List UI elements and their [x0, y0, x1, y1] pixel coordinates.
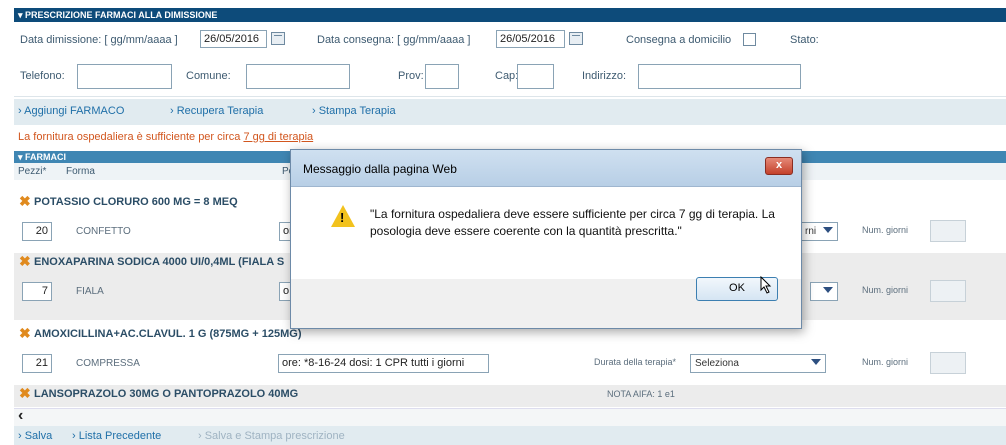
drug-title: ✖ LANSOPRAZOLO 30MG O PANTOPRAZOLO 40MG … — [14, 385, 1006, 405]
remove-icon[interactable]: ✖ — [19, 194, 31, 208]
prov-field[interactable] — [425, 64, 459, 89]
drug-item: ✖ AMOXICILLINA+AC.CLAVUL. 1 G (875MG + 1… — [14, 325, 1006, 385]
consegna-domicilio-label: Consegna a domicilio — [626, 34, 732, 46]
drug-name: POTASSIO CLORURO 600 MG = 8 MEQ — [34, 196, 238, 208]
fornitura-warning: La fornitura ospedaliera è sufficiente p… — [18, 131, 313, 143]
warning-link[interactable]: 7 gg di terapia — [243, 131, 313, 143]
quantity-field[interactable]: 21 — [22, 354, 52, 373]
num-giorni-label: Num. giorni — [862, 225, 909, 235]
prescription-header[interactable]: ▾ PRESCRIZIONE FARMACI ALLA DIMISSIONE — [14, 8, 1006, 22]
drug-name: AMOXICILLINA+AC.CLAVUL. 1 G (875MG + 125… — [34, 328, 302, 340]
durata-select[interactable] — [810, 282, 838, 301]
telefono-field[interactable] — [77, 64, 172, 89]
aggiungi-farmaco-link[interactable]: › Aggiungi FARMACO — [18, 105, 124, 117]
bottom-action-bar: › Salva › Lista Precedente › Salva e Sta… — [14, 426, 1006, 445]
comune-field[interactable] — [246, 64, 350, 89]
calendar-icon[interactable] — [271, 32, 285, 45]
quantity-field[interactable]: 20 — [22, 222, 52, 241]
message-dialog: Messaggio dalla pagina Web x ! "La forni… — [290, 149, 802, 329]
nota-aifa: NOTA AIFA: 1 e1 — [607, 389, 675, 399]
stampa-terapia-link[interactable]: › Stampa Terapia — [312, 105, 396, 117]
dialog-title: Messaggio dalla pagina Web — [303, 162, 457, 176]
consegna-domicilio-checkbox[interactable] — [743, 33, 756, 46]
num-giorni-label: Num. giorni — [862, 357, 909, 367]
mouse-pointer-icon — [760, 276, 772, 294]
indirizzo-field[interactable] — [638, 64, 801, 89]
salva-stampa-link[interactable]: › Salva e Stampa prescrizione — [198, 430, 345, 442]
recupera-terapia-link[interactable]: › Recupera Terapia — [170, 105, 263, 117]
cap-field[interactable] — [517, 64, 554, 89]
indirizzo-label: Indirizzo: — [582, 70, 627, 82]
durata-select-value: rni — [805, 226, 817, 237]
drug-name: LANSOPRAZOLO 30MG O PANTOPRAZOLO 40MG — [34, 388, 299, 400]
horizontal-scrollbar[interactable] — [14, 408, 1006, 426]
telefono-label: Telefono: — [20, 70, 65, 82]
num-giorni-field[interactable] — [930, 220, 966, 242]
data-dimissione-field[interactable]: 26/05/2016 — [200, 30, 267, 48]
drug-form: COMPRESSA — [76, 358, 140, 369]
warning-icon-mark: ! — [340, 210, 345, 225]
close-icon[interactable]: x — [765, 157, 793, 175]
data-consegna-field[interactable]: 26/05/2016 — [496, 30, 565, 48]
col-pezzi: Pezzi* — [18, 166, 47, 177]
remove-icon[interactable]: ✖ — [19, 386, 31, 400]
drug-name: ENOXAPARINA SODICA 4000 UI/0,4ML (FIALA … — [34, 256, 285, 268]
drug-item: ✖ LANSOPRAZOLO 30MG O PANTOPRAZOLO 40MG … — [14, 385, 1006, 407]
dialog-body: ! "La fornitura ospedaliera deve essere … — [291, 187, 801, 279]
lista-precedente-link[interactable]: › Lista Precedente — [72, 430, 161, 442]
warning-text: La fornitura ospedaliera è sufficiente p… — [18, 131, 244, 143]
posologia-field[interactable]: ore: *8-16-24 dosi: 1 CPR tutti i giorni — [278, 354, 489, 373]
drug-form: CONFETTO — [76, 226, 131, 237]
quantity-field[interactable]: 7 — [22, 282, 52, 301]
remove-icon[interactable]: ✖ — [19, 254, 31, 268]
durata-label: Durata della terapia* — [594, 357, 677, 367]
comune-label: Comune: — [186, 70, 231, 82]
data-consegna-label: Data consegna: [ gg/mm/aaaa ] — [317, 34, 471, 46]
prov-label: Prov: — [398, 70, 424, 82]
dialog-message: "La fornitura ospedaliera deve essere su… — [370, 207, 775, 238]
stato-label: Stato: — [790, 34, 819, 46]
action-bar: › Aggiungi FARMACO › Recupera Terapia › … — [14, 99, 1006, 125]
num-giorni-field[interactable] — [930, 280, 966, 302]
calendar-icon[interactable] — [569, 32, 583, 45]
scroll-left-icon[interactable]: ‹ — [18, 408, 32, 424]
col-forma: Forma — [66, 166, 95, 177]
remove-icon[interactable]: ✖ — [19, 326, 31, 340]
durata-select[interactable]: rni — [800, 222, 838, 241]
durata-select[interactable]: Seleziona — [690, 354, 826, 373]
chevron-down-icon — [823, 287, 833, 293]
dialog-titlebar[interactable]: Messaggio dalla pagina Web x — [291, 150, 801, 187]
data-dimissione-label: Data dimissione: [ gg/mm/aaaa ] — [20, 34, 178, 46]
chevron-down-icon — [811, 359, 821, 365]
chevron-down-icon — [823, 227, 833, 233]
cap-label: Cap: — [495, 70, 519, 82]
dimission-panel: Data dimissione: [ gg/mm/aaaa ] 26/05/20… — [14, 22, 1006, 97]
drug-row: 21 COMPRESSA ore: *8-16-24 dosi: 1 CPR t… — [14, 346, 1006, 384]
drug-form: FIALA — [76, 286, 104, 297]
num-giorni-field[interactable] — [930, 352, 966, 374]
num-giorni-label: Num. giorni — [862, 285, 909, 295]
durata-select-value: Seleziona — [695, 358, 739, 369]
salva-link[interactable]: › Salva — [18, 430, 52, 442]
